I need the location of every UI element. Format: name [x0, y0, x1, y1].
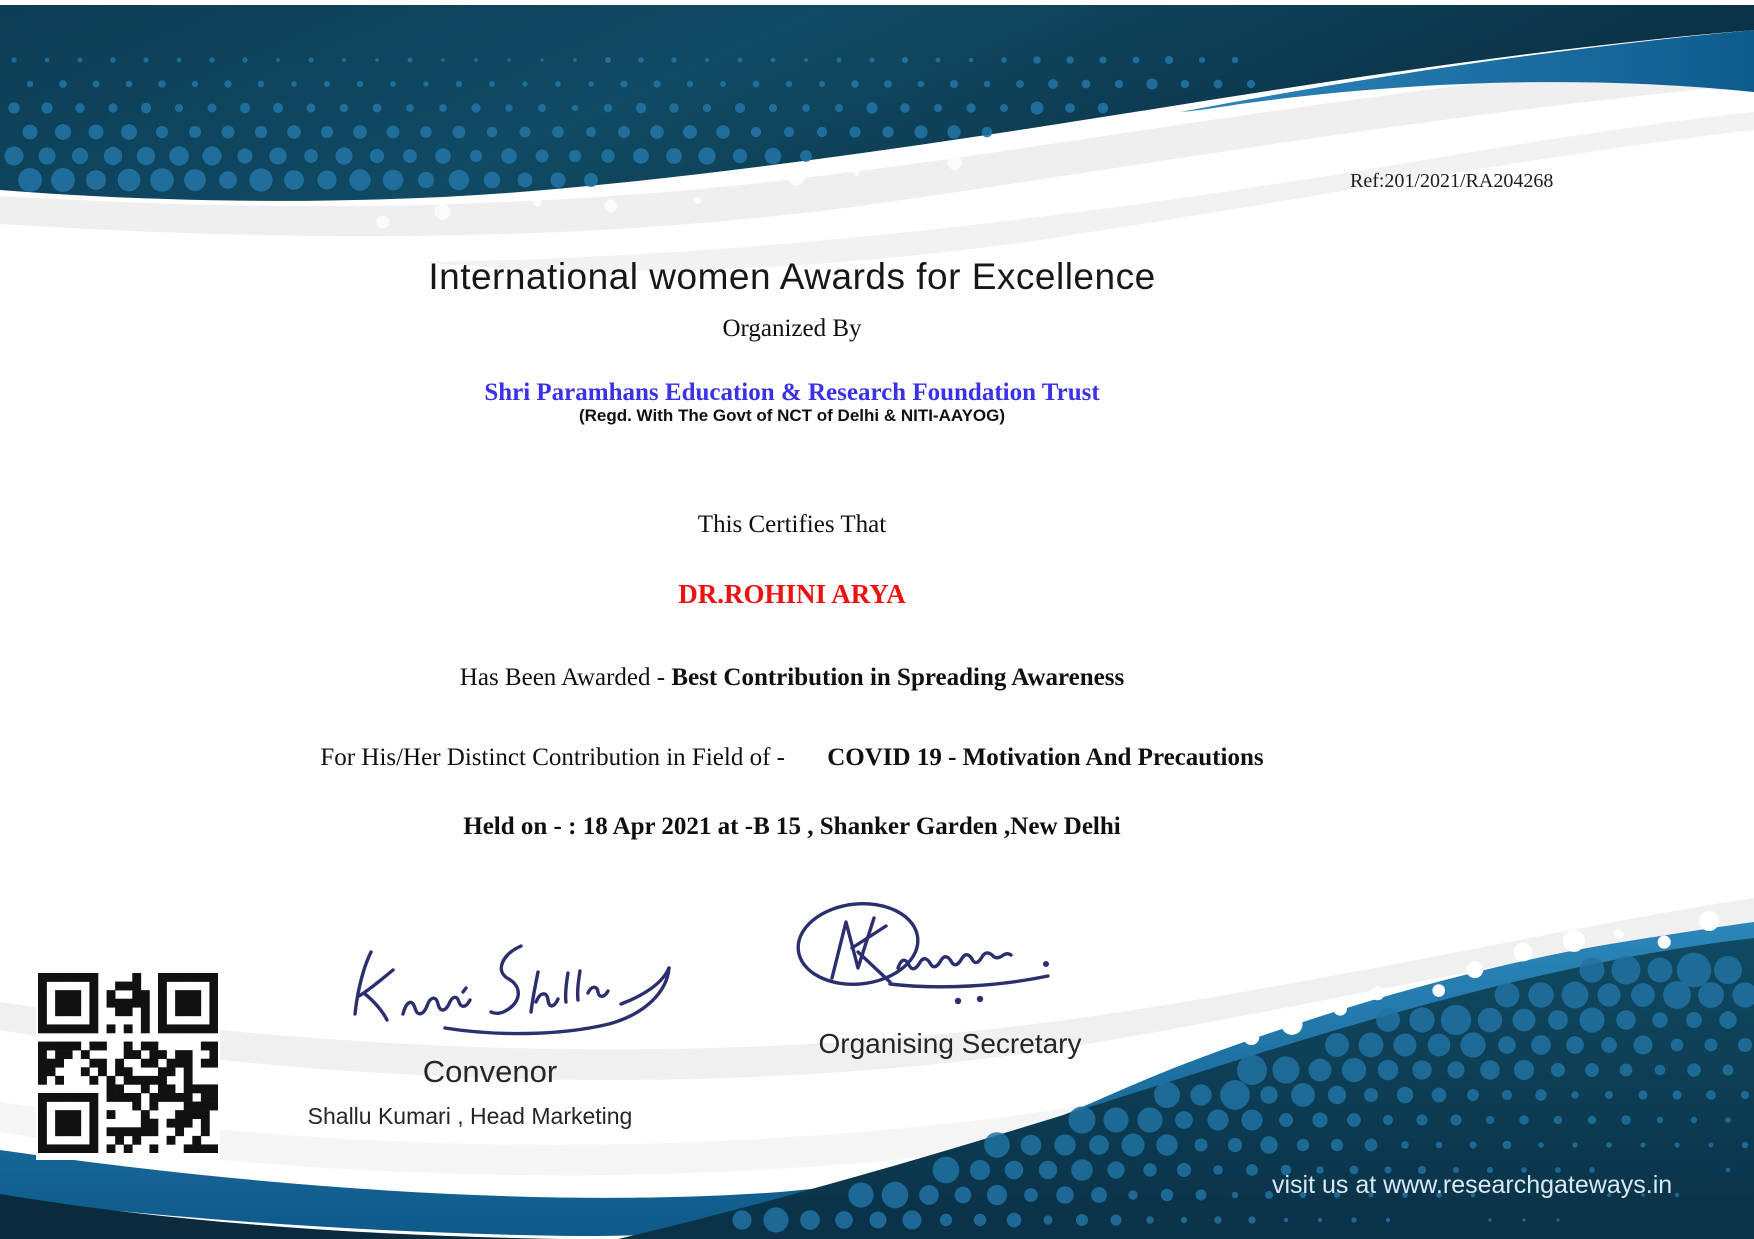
certificate-page: Ref:201/2021/RA204268 International wome… [0, 0, 1754, 1239]
field-value: COVID 19 - Motivation And Precautions [827, 744, 1264, 771]
event-details: Held on - : 18 Apr 2021 at -B 15 , Shank… [463, 813, 1121, 840]
organized-by-label: Organized By [722, 315, 862, 342]
organization-registration: (Regd. With The Govt of NCT of Delhi & N… [578, 406, 1006, 425]
secretary-block: Organising Secretary [760, 1028, 1140, 1059]
convenor-detail-block: Shallu Kumari , Head Marketing [280, 1103, 660, 1130]
certificate-title: International women Awards for Excellenc… [428, 256, 1156, 297]
secretary-role: Organising Secretary [818, 1028, 1082, 1059]
ref-number: Ref:201/2021/RA204268 [1350, 170, 1554, 192]
certifies-label: This Certifies That [697, 511, 887, 538]
award-title: Best Contribution in Spreading Awareness [671, 664, 1125, 691]
award-prefix: Has Been Awarded - [459, 664, 672, 691]
award-line: Has Been Awarded - Best Contribution in … [0, 664, 1584, 692]
field-line: For His/Her Distinct Contribution in Fie… [0, 744, 1584, 772]
qr-code [36, 971, 220, 1160]
convenor-detail: Shallu Kumari , Head Marketing [307, 1103, 633, 1129]
signature-secretary [796, 902, 1050, 1005]
convenor-role: Convenor [422, 1054, 558, 1089]
convenor-block: Convenor [300, 1054, 680, 1090]
footer-url: visit us at www.researchgateways.in [1272, 1171, 1673, 1199]
recipient-name: DR.ROHINI ARYA [678, 579, 906, 609]
qr-code-image [38, 973, 219, 1154]
field-prefix: For His/Her Distinct Contribution in Fie… [320, 744, 792, 771]
event-details-line: Held on - : 18 Apr 2021 at -B 15 , Shank… [0, 813, 1584, 841]
signature-convenor [353, 944, 671, 1036]
organization-name: Shri Paramhans Education & Research Foun… [484, 379, 1100, 406]
